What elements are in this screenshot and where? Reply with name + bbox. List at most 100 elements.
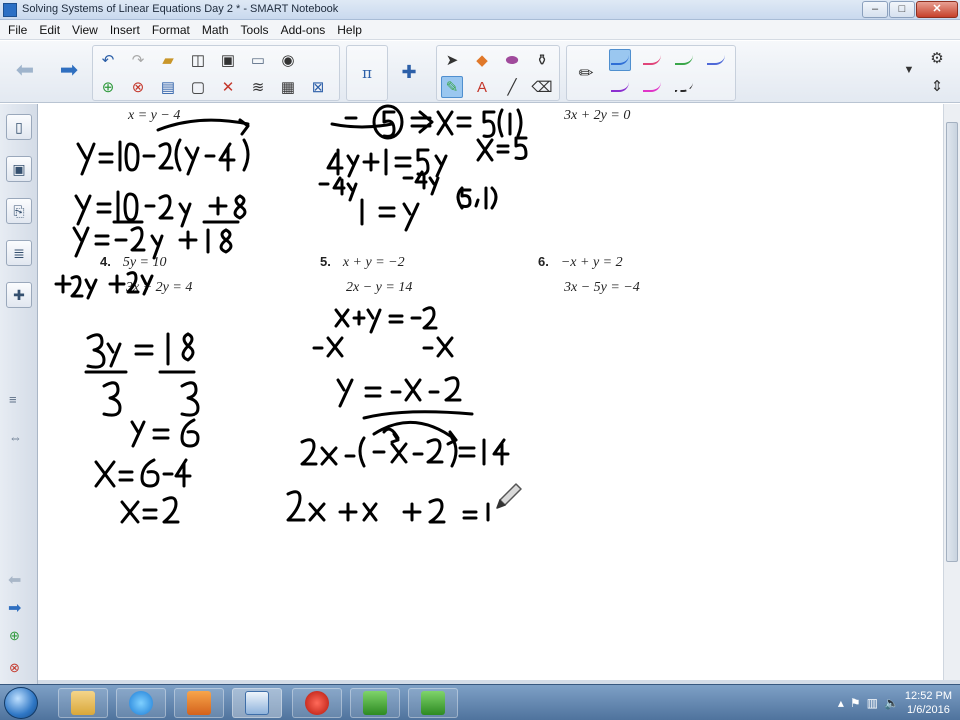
undo-icon[interactable]: ↶ — [97, 49, 119, 71]
vertical-scrollbar[interactable] — [943, 104, 960, 680]
pen-style-green[interactable] — [673, 49, 695, 71]
ink-left-line-3 — [72, 226, 233, 260]
taskbar-media-player[interactable] — [174, 688, 224, 718]
ink-middle-4y-plus-1 — [326, 136, 528, 178]
shapes-icon[interactable]: ◆ — [471, 49, 493, 71]
whiteboard-canvas[interactable]: x = y − 4 3x + 2y = 0 4. 5y = 10 3x + 2y … — [40, 104, 943, 680]
volume-icon[interactable]: 🔈 — [884, 696, 899, 710]
next-page-side-icon[interactable]: ➡ — [8, 598, 21, 618]
main-toolbar: ⬅ ➡ ↶ ↷ ▰ ◫ ▣ ▭ ◉ ⊕ ⊗ ▤ ▢ ✕ ≋ ▦ ⊠ π ✚ ➤ … — [0, 41, 960, 103]
ink-left-x-equals-6-minus-4 — [94, 458, 192, 488]
expand-arrows-icon[interactable]: ⇔ — [9, 430, 22, 445]
clock[interactable]: 12:52 PM 1/6/2016 — [905, 689, 952, 717]
smart-notebook-icon — [245, 691, 269, 715]
next-page-icon[interactable]: ➡ — [58, 57, 80, 82]
addons-tab-icon[interactable]: ✚ — [6, 282, 32, 308]
scrollbar-thumb[interactable] — [946, 122, 958, 562]
clear-ink-icon[interactable]: ≋ — [247, 76, 269, 98]
maximize-button[interactable]: □ — [889, 1, 915, 18]
pen-style-dotted[interactable] — [673, 76, 695, 98]
gallery-icon[interactable]: ▣ — [6, 156, 32, 182]
magic-pen-icon[interactable]: ⬬ — [501, 49, 523, 71]
prev-page-side-icon[interactable]: ⬅ — [8, 570, 21, 590]
previous-page-icon[interactable]: ⬅ — [14, 57, 36, 82]
delete-page-side-icon[interactable]: ⊗ — [9, 660, 20, 676]
settings-gear-icon[interactable]: ⚙ — [926, 47, 948, 69]
screenshade-icon[interactable]: ◫ — [187, 49, 209, 71]
windows-taskbar: ▴ ⚑ ▥ 🔈 12:52 PM 1/6/2016 — [0, 684, 960, 720]
menu-help[interactable]: Help — [331, 20, 368, 40]
handwriting-ink — [54, 104, 528, 524]
menu-edit[interactable]: Edit — [33, 20, 66, 40]
line-tool-icon[interactable]: ╱ — [501, 76, 523, 98]
open-folder-icon[interactable]: ▰ — [157, 49, 179, 71]
pen-icon[interactable]: ✏ — [575, 62, 597, 84]
menu-math[interactable]: Math — [196, 20, 235, 40]
attachments-icon[interactable]: ⎘ — [6, 198, 32, 224]
eraser-icon[interactable]: ⌫ — [531, 76, 553, 98]
file-edit-group: ↶ ↷ ▰ ◫ ▣ ▭ ◉ ⊕ ⊗ ▤ ▢ ✕ ≋ ▦ ⊠ — [92, 45, 340, 101]
ink-middle-minus-x — [312, 336, 454, 358]
menu-format[interactable]: Format — [146, 20, 196, 40]
move-toolbar-icon[interactable]: ⇕ — [926, 75, 948, 97]
math-group: π — [346, 45, 388, 101]
paste-icon[interactable]: ▭ — [247, 49, 269, 71]
clock-date: 1/6/2016 — [907, 704, 950, 716]
folder-icon — [71, 691, 95, 715]
pen-style-pink[interactable] — [641, 49, 663, 71]
taskbar-screen-recorder[interactable] — [292, 688, 342, 718]
properties-icon[interactable]: ≣ — [6, 240, 32, 266]
display-screen-icon[interactable]: ▢ — [187, 76, 209, 98]
pen-style-magenta[interactable] — [641, 76, 663, 98]
add-page-side-icon[interactable]: ⊕ — [9, 628, 20, 644]
table-icon[interactable]: ▦ — [277, 76, 299, 98]
menu-file[interactable]: File — [2, 20, 33, 40]
toolbar-overflow-icon[interactable]: ▼ — [898, 59, 920, 81]
menu-addons[interactable]: Add-ons — [275, 20, 332, 40]
delete-icon[interactable]: ✕ — [217, 76, 239, 98]
taskbar-internet-explorer[interactable] — [116, 688, 166, 718]
flag-icon[interactable]: ⚑ — [850, 696, 861, 710]
minimize-button[interactable]: – — [862, 1, 888, 18]
network-icon[interactable]: ▥ — [867, 696, 878, 710]
add-page-icon[interactable]: ⊕ — [97, 76, 119, 98]
menu-bar: File Edit View Insert Format Math Tools … — [0, 20, 960, 40]
redo-icon[interactable]: ↷ — [127, 49, 149, 71]
menu-tools[interactable]: Tools — [235, 20, 275, 40]
delete-page-icon[interactable]: ⊗ — [127, 76, 149, 98]
ink-middle-1-equals-y — [360, 186, 498, 232]
full-screen-icon[interactable]: ⊠ — [307, 76, 329, 98]
close-button[interactable]: ✕ — [916, 1, 958, 18]
pen-style-blue[interactable] — [609, 49, 631, 71]
save-icon[interactable]: ▤ — [157, 76, 179, 98]
clock-time: 12:52 PM — [904, 690, 952, 702]
capture-icon[interactable]: ◉ — [277, 49, 299, 71]
pen-style-purple[interactable] — [609, 76, 631, 98]
page-sorter-icon[interactable]: ▯ — [6, 114, 32, 140]
math-symbol-icon[interactable]: π — [356, 62, 378, 84]
insert-picture-icon[interactable]: ▣ — [217, 49, 239, 71]
menu-view[interactable]: View — [66, 20, 104, 40]
resize-handle-icon[interactable]: ≡ — [9, 392, 17, 407]
pen-cursor-icon — [496, 483, 522, 509]
tools-group: ➤ ◆ ⬬ ⚱ ✎ A ╱ ⌫ — [436, 45, 560, 101]
system-tray: ▴ ⚑ ▥ 🔈 12:52 PM 1/6/2016 — [838, 689, 952, 717]
camtasia-icon — [421, 691, 445, 715]
taskbar-explorer[interactable] — [58, 688, 108, 718]
internet-explorer-icon — [129, 691, 153, 715]
select-arrow-icon[interactable]: ➤ — [441, 49, 463, 71]
start-button[interactable] — [4, 687, 38, 719]
pen-style-indigo[interactable] — [705, 49, 727, 71]
text-tool-icon[interactable]: A — [471, 76, 493, 98]
taskbar-camtasia-1[interactable] — [350, 688, 400, 718]
taskbar-smart-notebook[interactable] — [232, 688, 282, 718]
tray-arrow-icon[interactable]: ▴ — [838, 696, 844, 710]
screen-recorder-icon — [305, 691, 329, 715]
menu-insert[interactable]: Insert — [104, 20, 146, 40]
ink-middle-substitution — [300, 420, 510, 468]
creative-pens-icon[interactable]: ✎ — [441, 76, 463, 98]
ink-left-line-4 — [54, 271, 154, 300]
fill-icon[interactable]: ⚱ — [531, 49, 553, 71]
addons-icon[interactable]: ✚ — [398, 61, 420, 83]
taskbar-camtasia-2[interactable] — [408, 688, 458, 718]
